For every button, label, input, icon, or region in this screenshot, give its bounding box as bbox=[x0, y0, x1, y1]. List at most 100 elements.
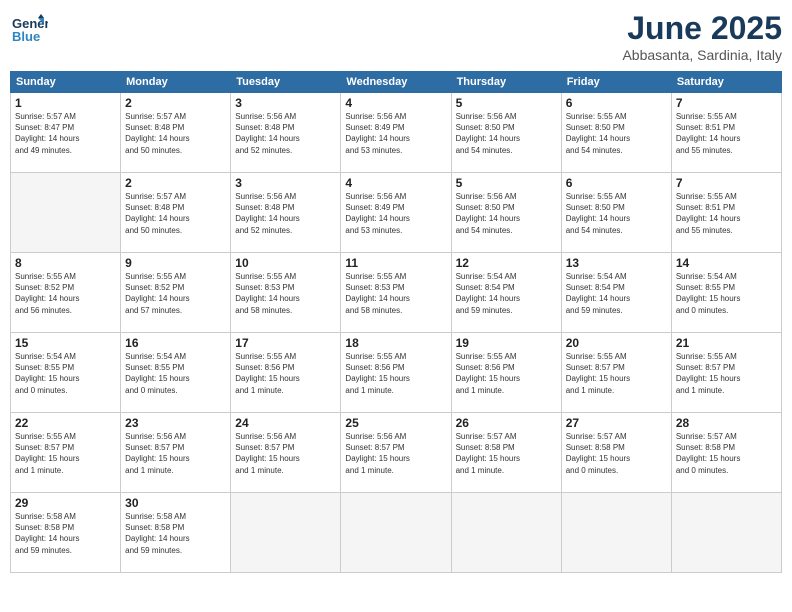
table-cell: 10Sunrise: 5:55 AM Sunset: 8:53 PM Dayli… bbox=[231, 253, 341, 333]
day-number: 27 bbox=[566, 416, 667, 430]
table-cell: 16Sunrise: 5:54 AM Sunset: 8:55 PM Dayli… bbox=[121, 333, 231, 413]
col-monday: Monday bbox=[121, 72, 231, 93]
table-cell: 23Sunrise: 5:56 AM Sunset: 8:57 PM Dayli… bbox=[121, 413, 231, 493]
day-info: Sunrise: 5:56 AM Sunset: 8:49 PM Dayligh… bbox=[345, 191, 446, 236]
day-info: Sunrise: 5:56 AM Sunset: 8:57 PM Dayligh… bbox=[345, 431, 446, 476]
day-number: 23 bbox=[125, 416, 226, 430]
day-info: Sunrise: 5:55 AM Sunset: 8:51 PM Dayligh… bbox=[676, 111, 777, 156]
header: General Blue June 2025 Abbasanta, Sardin… bbox=[10, 10, 782, 63]
table-cell: 8Sunrise: 5:55 AM Sunset: 8:52 PM Daylig… bbox=[11, 253, 121, 333]
table-cell: 6Sunrise: 5:55 AM Sunset: 8:50 PM Daylig… bbox=[561, 173, 671, 253]
col-wednesday: Wednesday bbox=[341, 72, 451, 93]
day-info: Sunrise: 5:55 AM Sunset: 8:56 PM Dayligh… bbox=[235, 351, 336, 396]
table-row: 15Sunrise: 5:54 AM Sunset: 8:55 PM Dayli… bbox=[11, 333, 782, 413]
day-info: Sunrise: 5:57 AM Sunset: 8:48 PM Dayligh… bbox=[125, 191, 226, 236]
day-info: Sunrise: 5:55 AM Sunset: 8:57 PM Dayligh… bbox=[15, 431, 116, 476]
day-number: 16 bbox=[125, 336, 226, 350]
day-info: Sunrise: 5:55 AM Sunset: 8:50 PM Dayligh… bbox=[566, 191, 667, 236]
table-cell: 1Sunrise: 5:57 AM Sunset: 8:47 PM Daylig… bbox=[11, 93, 121, 173]
table-cell: 24Sunrise: 5:56 AM Sunset: 8:57 PM Dayli… bbox=[231, 413, 341, 493]
day-number: 22 bbox=[15, 416, 116, 430]
day-number: 15 bbox=[15, 336, 116, 350]
day-number: 28 bbox=[676, 416, 777, 430]
page: General Blue June 2025 Abbasanta, Sardin… bbox=[0, 0, 792, 612]
day-info: Sunrise: 5:54 AM Sunset: 8:55 PM Dayligh… bbox=[676, 271, 777, 316]
table-cell: 6Sunrise: 5:55 AM Sunset: 8:50 PM Daylig… bbox=[561, 93, 671, 173]
day-number: 29 bbox=[15, 496, 116, 510]
day-number: 19 bbox=[456, 336, 557, 350]
day-info: Sunrise: 5:57 AM Sunset: 8:58 PM Dayligh… bbox=[456, 431, 557, 476]
table-cell bbox=[451, 493, 561, 573]
col-saturday: Saturday bbox=[671, 72, 781, 93]
day-info: Sunrise: 5:57 AM Sunset: 8:58 PM Dayligh… bbox=[676, 431, 777, 476]
day-info: Sunrise: 5:56 AM Sunset: 8:50 PM Dayligh… bbox=[456, 111, 557, 156]
day-info: Sunrise: 5:55 AM Sunset: 8:53 PM Dayligh… bbox=[235, 271, 336, 316]
day-number: 30 bbox=[125, 496, 226, 510]
day-number: 11 bbox=[345, 256, 446, 270]
title-area: June 2025 Abbasanta, Sardinia, Italy bbox=[622, 10, 782, 63]
subtitle: Abbasanta, Sardinia, Italy bbox=[622, 47, 782, 63]
day-number: 9 bbox=[125, 256, 226, 270]
day-info: Sunrise: 5:55 AM Sunset: 8:53 PM Dayligh… bbox=[345, 271, 446, 316]
table-cell bbox=[561, 493, 671, 573]
table-cell: 5Sunrise: 5:56 AM Sunset: 8:50 PM Daylig… bbox=[451, 173, 561, 253]
table-cell: 13Sunrise: 5:54 AM Sunset: 8:54 PM Dayli… bbox=[561, 253, 671, 333]
table-cell: 9Sunrise: 5:55 AM Sunset: 8:52 PM Daylig… bbox=[121, 253, 231, 333]
header-row: Sunday Monday Tuesday Wednesday Thursday… bbox=[11, 72, 782, 93]
day-info: Sunrise: 5:55 AM Sunset: 8:52 PM Dayligh… bbox=[125, 271, 226, 316]
table-cell: 3Sunrise: 5:56 AM Sunset: 8:48 PM Daylig… bbox=[231, 93, 341, 173]
calendar-table: Sunday Monday Tuesday Wednesday Thursday… bbox=[10, 71, 782, 573]
day-info: Sunrise: 5:54 AM Sunset: 8:54 PM Dayligh… bbox=[566, 271, 667, 316]
table-row: 1Sunrise: 5:57 AM Sunset: 8:47 PM Daylig… bbox=[11, 93, 782, 173]
day-number: 4 bbox=[345, 176, 446, 190]
logo-icon: General Blue bbox=[10, 10, 48, 48]
table-cell: 26Sunrise: 5:57 AM Sunset: 8:58 PM Dayli… bbox=[451, 413, 561, 493]
col-sunday: Sunday bbox=[11, 72, 121, 93]
day-info: Sunrise: 5:55 AM Sunset: 8:52 PM Dayligh… bbox=[15, 271, 116, 316]
day-number: 3 bbox=[235, 176, 336, 190]
day-number: 2 bbox=[125, 176, 226, 190]
day-number: 12 bbox=[456, 256, 557, 270]
day-number: 21 bbox=[676, 336, 777, 350]
day-info: Sunrise: 5:55 AM Sunset: 8:56 PM Dayligh… bbox=[456, 351, 557, 396]
day-number: 8 bbox=[15, 256, 116, 270]
day-number: 17 bbox=[235, 336, 336, 350]
day-number: 25 bbox=[345, 416, 446, 430]
table-cell: 4Sunrise: 5:56 AM Sunset: 8:49 PM Daylig… bbox=[341, 93, 451, 173]
table-row: 22Sunrise: 5:55 AM Sunset: 8:57 PM Dayli… bbox=[11, 413, 782, 493]
day-info: Sunrise: 5:55 AM Sunset: 8:50 PM Dayligh… bbox=[566, 111, 667, 156]
day-number: 5 bbox=[456, 176, 557, 190]
table-cell: 25Sunrise: 5:56 AM Sunset: 8:57 PM Dayli… bbox=[341, 413, 451, 493]
table-cell: 28Sunrise: 5:57 AM Sunset: 8:58 PM Dayli… bbox=[671, 413, 781, 493]
day-number: 3 bbox=[235, 96, 336, 110]
day-number: 20 bbox=[566, 336, 667, 350]
table-cell bbox=[11, 173, 121, 253]
table-cell: 11Sunrise: 5:55 AM Sunset: 8:53 PM Dayli… bbox=[341, 253, 451, 333]
day-number: 26 bbox=[456, 416, 557, 430]
col-friday: Friday bbox=[561, 72, 671, 93]
day-number: 5 bbox=[456, 96, 557, 110]
col-thursday: Thursday bbox=[451, 72, 561, 93]
table-cell: 3Sunrise: 5:56 AM Sunset: 8:48 PM Daylig… bbox=[231, 173, 341, 253]
table-cell: 12Sunrise: 5:54 AM Sunset: 8:54 PM Dayli… bbox=[451, 253, 561, 333]
table-cell: 2Sunrise: 5:57 AM Sunset: 8:48 PM Daylig… bbox=[121, 173, 231, 253]
logo: General Blue bbox=[10, 10, 48, 53]
table-cell: 17Sunrise: 5:55 AM Sunset: 8:56 PM Dayli… bbox=[231, 333, 341, 413]
day-number: 2 bbox=[125, 96, 226, 110]
table-cell: 2Sunrise: 5:57 AM Sunset: 8:48 PM Daylig… bbox=[121, 93, 231, 173]
svg-text:Blue: Blue bbox=[12, 29, 40, 44]
day-info: Sunrise: 5:55 AM Sunset: 8:56 PM Dayligh… bbox=[345, 351, 446, 396]
day-info: Sunrise: 5:56 AM Sunset: 8:48 PM Dayligh… bbox=[235, 191, 336, 236]
day-info: Sunrise: 5:56 AM Sunset: 8:57 PM Dayligh… bbox=[125, 431, 226, 476]
day-number: 10 bbox=[235, 256, 336, 270]
table-cell: 7Sunrise: 5:55 AM Sunset: 8:51 PM Daylig… bbox=[671, 93, 781, 173]
table-cell: 15Sunrise: 5:54 AM Sunset: 8:55 PM Dayli… bbox=[11, 333, 121, 413]
table-cell: 5Sunrise: 5:56 AM Sunset: 8:50 PM Daylig… bbox=[451, 93, 561, 173]
day-number: 4 bbox=[345, 96, 446, 110]
day-info: Sunrise: 5:56 AM Sunset: 8:48 PM Dayligh… bbox=[235, 111, 336, 156]
day-number: 6 bbox=[566, 96, 667, 110]
table-cell: 7Sunrise: 5:55 AM Sunset: 8:51 PM Daylig… bbox=[671, 173, 781, 253]
day-number: 13 bbox=[566, 256, 667, 270]
day-number: 7 bbox=[676, 176, 777, 190]
day-info: Sunrise: 5:54 AM Sunset: 8:54 PM Dayligh… bbox=[456, 271, 557, 316]
